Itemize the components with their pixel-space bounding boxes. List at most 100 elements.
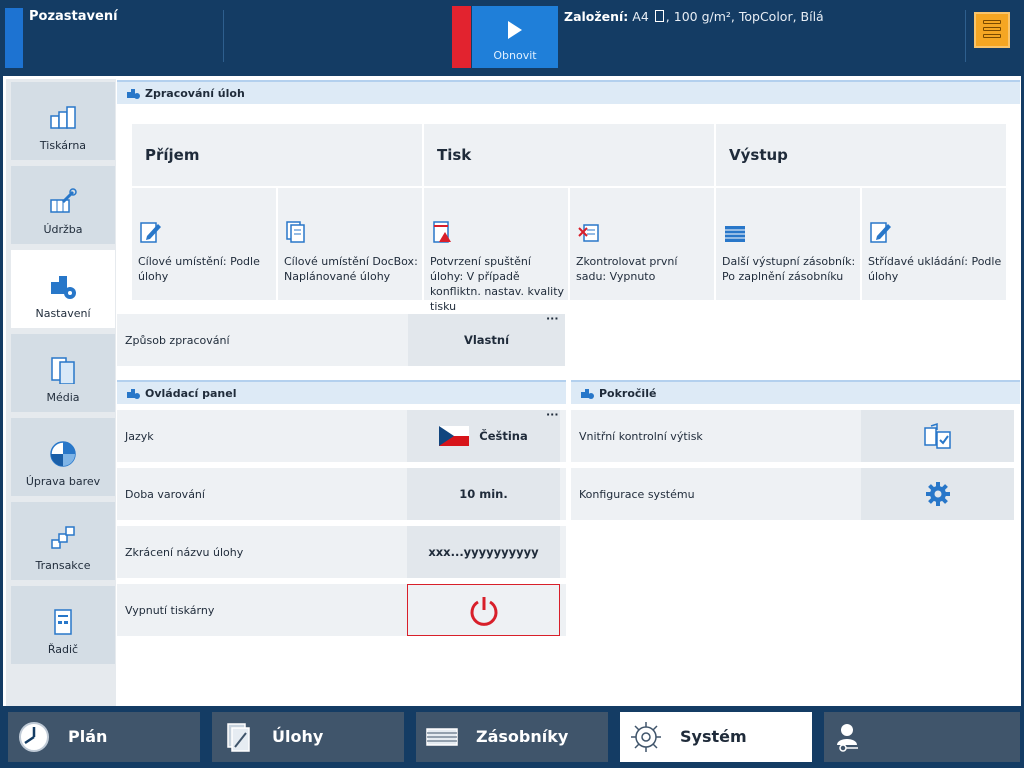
tile-text: Potvrzení spuštění úlohy: V případě konf… bbox=[430, 255, 565, 313]
power-icon bbox=[470, 597, 497, 626]
sidebar-item-printer[interactable]: Tiskárna bbox=[11, 82, 115, 160]
user-key-icon bbox=[837, 724, 858, 752]
trays-icon bbox=[426, 728, 458, 746]
media-prefix: Založení: bbox=[564, 9, 629, 24]
nav-plan[interactable]: Plán bbox=[8, 712, 200, 762]
output-tray-icon bbox=[725, 226, 745, 242]
gear-icon bbox=[631, 722, 661, 752]
processing-method-row: Způsob zpracování Vlastní ··· bbox=[117, 312, 565, 366]
job-name-shortening-row: Zkrácení názvu úlohy xxx...yyyyyyyyyy bbox=[117, 526, 566, 578]
job-queue-button[interactable] bbox=[974, 12, 1010, 48]
bottom-navigation: Plán Úlohy Zásobníky Systém bbox=[0, 706, 1024, 768]
section-title: Ovládací panel bbox=[145, 387, 237, 400]
color-wheel-icon bbox=[50, 441, 76, 467]
document-icon bbox=[654, 10, 664, 22]
system-config-button[interactable] bbox=[861, 468, 1014, 520]
sidebar-item-label: Údržba bbox=[43, 223, 83, 236]
capability-header-receive[interactable]: Příjem bbox=[132, 124, 422, 186]
internal-proof-button[interactable] bbox=[861, 410, 1014, 462]
warning-time-row: Doba varování 10 min. bbox=[117, 468, 566, 520]
nav-label: Úlohy bbox=[272, 727, 324, 746]
sidebar-item-color-adjust[interactable]: Úprava barev bbox=[11, 418, 115, 496]
wrench-icon bbox=[50, 188, 77, 213]
tile-next-output-tray[interactable]: Další výstupní zásobník: Po zaplnění zás… bbox=[716, 188, 860, 300]
stop-indicator bbox=[452, 6, 471, 68]
shutdown-button[interactable] bbox=[407, 584, 560, 636]
status-indicator bbox=[5, 8, 23, 68]
more-options-icon[interactable]: ··· bbox=[546, 312, 559, 325]
section-header-control-panel: Ovládací panel bbox=[117, 380, 566, 404]
play-icon bbox=[508, 21, 522, 39]
proof-print-icon bbox=[923, 422, 951, 449]
row-label: Jazyk bbox=[125, 430, 154, 443]
processing-method-value[interactable]: Vlastní bbox=[408, 314, 565, 366]
sidebar-item-media[interactable]: Média bbox=[11, 334, 115, 412]
divider bbox=[965, 10, 966, 62]
tile-check-first-set[interactable]: Zkontrolovat první sadu: Vypnuto bbox=[570, 188, 714, 300]
gear-icon bbox=[925, 482, 950, 506]
settings-icon bbox=[581, 389, 594, 399]
media-icon bbox=[51, 357, 75, 384]
section-header-job-processing: Zpracování úloh bbox=[117, 80, 1020, 104]
nav-label: Plán bbox=[68, 727, 108, 746]
clock-icon bbox=[19, 722, 49, 752]
tile-docbox-destination[interactable]: Cílové umístění DocBox: Naplánované úloh… bbox=[278, 188, 422, 300]
row-label: Vnitřní kontrolní výtisk bbox=[579, 430, 703, 443]
nav-label: Systém bbox=[680, 727, 747, 746]
sidebar-item-settings[interactable]: Nastavení bbox=[11, 250, 115, 328]
resume-label: Obnovit bbox=[493, 49, 537, 62]
tile-alternate-stacking[interactable]: Střídavé ukládání: Podle úlohy bbox=[862, 188, 1006, 300]
warning-time-value[interactable]: 10 min. bbox=[407, 468, 560, 520]
tile-start-confirmation[interactable]: Potvrzení spuštění úlohy: V případě konf… bbox=[424, 188, 568, 313]
nav-label: Zásobníky bbox=[476, 727, 569, 746]
sidebar-item-label: Tiskárna bbox=[39, 139, 87, 152]
top-bar: Pozastavení Obnovit Založení: A4 , 100 g… bbox=[0, 0, 1024, 74]
tile-text: Další výstupní zásobník: Po zaplnění zás… bbox=[722, 255, 856, 283]
section-header-advanced: Pokročilé bbox=[571, 380, 1020, 404]
capability-header-output[interactable]: Výstup bbox=[716, 124, 1006, 186]
tile-text: Střídavé ukládání: Podle úlohy bbox=[868, 255, 1002, 283]
settings-icon bbox=[127, 389, 140, 399]
more-options-icon[interactable]: ··· bbox=[546, 408, 559, 421]
sidebar-item-transactions[interactable]: Transakce bbox=[11, 502, 115, 580]
nav-jobs[interactable]: Úlohy bbox=[212, 712, 404, 762]
sidebar-item-label: Transakce bbox=[35, 559, 91, 572]
internal-proof-row: Vnitřní kontrolní výtisk bbox=[571, 410, 1014, 462]
sidebar-item-controller[interactable]: Řadič bbox=[11, 586, 115, 664]
capability-header-print[interactable]: Tisk bbox=[424, 124, 714, 186]
sidebar-item-label: Řadič bbox=[47, 643, 79, 656]
edit-document-icon bbox=[870, 222, 891, 243]
tile-text: Cílové umístění: Podle úlohy bbox=[138, 255, 260, 283]
sidebar-item-label: Úprava barev bbox=[25, 475, 101, 488]
sidebar-item-label: Média bbox=[46, 391, 80, 404]
nav-trays[interactable]: Zásobníky bbox=[416, 712, 608, 762]
queue-icon-bar bbox=[983, 27, 1001, 31]
language-name: Čeština bbox=[479, 429, 528, 443]
system-config-row: Konfigurace systému bbox=[571, 468, 1014, 520]
resume-button[interactable]: Obnovit bbox=[472, 6, 558, 68]
row-label: Konfigurace systému bbox=[579, 488, 695, 501]
tile-text: Cílové umístění DocBox: Naplánované úloh… bbox=[284, 255, 418, 283]
printer-shutdown-row: Vypnutí tiskárny bbox=[117, 584, 566, 636]
settings-icon bbox=[51, 276, 76, 299]
job-name-shortening-value[interactable]: xxx...yyyyyyyyyy bbox=[407, 526, 560, 578]
czech-flag-icon bbox=[439, 426, 470, 446]
nav-user-login[interactable] bbox=[824, 712, 1020, 762]
printer-icon bbox=[50, 106, 76, 129]
language-row: Jazyk Čeština ··· bbox=[117, 408, 566, 462]
transactions-icon bbox=[51, 526, 75, 549]
docbox-icon bbox=[286, 221, 305, 243]
row-label: Způsob zpracování bbox=[125, 334, 230, 347]
jobs-icon bbox=[227, 723, 250, 752]
tile-text: Zkontrolovat první sadu: Vypnuto bbox=[576, 255, 678, 283]
media-details: , 100 g/m², TopColor, Bílá bbox=[665, 9, 824, 24]
language-value[interactable]: Čeština bbox=[407, 410, 560, 462]
nav-system[interactable]: Systém bbox=[620, 712, 812, 762]
media-size: A4 bbox=[632, 9, 649, 24]
section-title: Pokročilé bbox=[599, 387, 657, 400]
sidebar-item-maintenance[interactable]: Údržba bbox=[11, 166, 115, 244]
loaded-media-info: Založení: A4 , 100 g/m², TopColor, Bílá bbox=[564, 9, 824, 24]
settings-icon bbox=[127, 89, 140, 99]
tile-destination[interactable]: Cílové umístění: Podle úlohy bbox=[132, 188, 276, 300]
divider bbox=[223, 10, 224, 62]
